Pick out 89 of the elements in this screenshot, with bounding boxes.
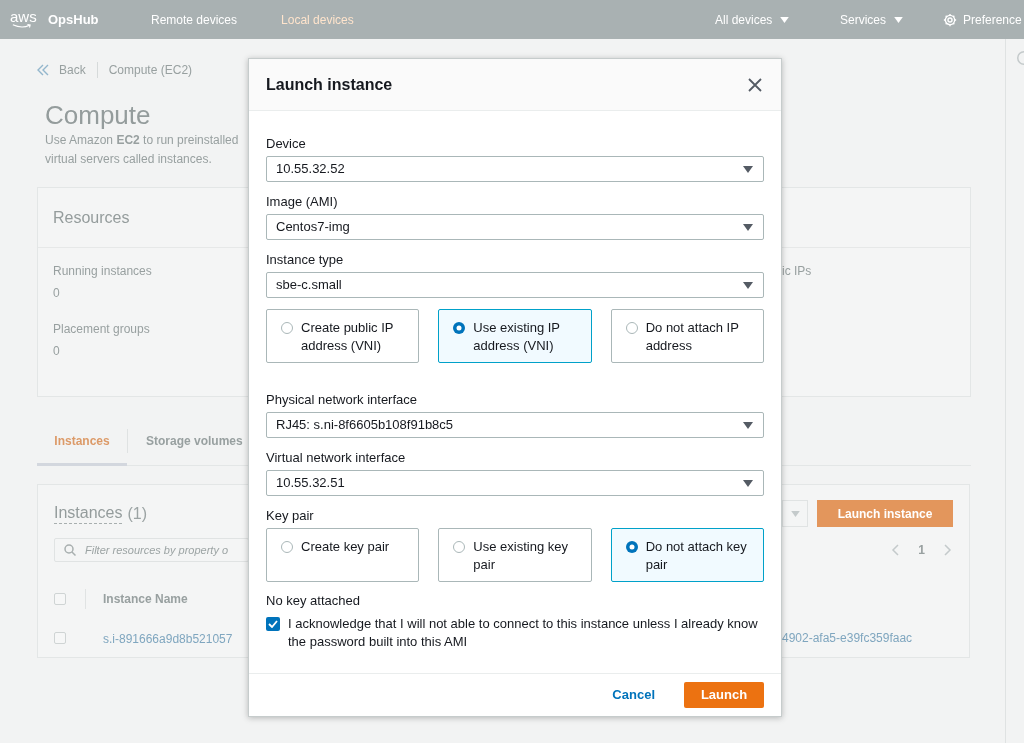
logo-text: aws xyxy=(10,10,37,24)
radio-icon[interactable] xyxy=(625,322,638,334)
note-text: No key attached xyxy=(266,592,360,609)
select-value: sbe-c.small xyxy=(276,276,342,295)
radio-card[interactable]: Use existing key pair xyxy=(438,528,592,582)
launch-instance-button[interactable]: Launch instance xyxy=(817,500,953,527)
select-field[interactable]: 10.55.32.51 xyxy=(266,470,764,496)
chevron-left-icon[interactable] xyxy=(891,544,900,556)
field-label: Instance type xyxy=(266,251,344,268)
radio-label: Do not attach IP address xyxy=(645,319,740,355)
radio-label: Use existing IP address (VNI) xyxy=(473,319,561,355)
card-title: Instances xyxy=(54,503,123,524)
radio-card[interactable]: Use existing IP address (VNI) xyxy=(438,309,592,363)
radio-icon[interactable] xyxy=(281,322,293,334)
caret-down-icon xyxy=(791,510,800,517)
caret-down-icon xyxy=(743,223,753,231)
nav-tab[interactable]: Remote devices xyxy=(151,10,238,29)
select-all-checkbox[interactable] xyxy=(54,593,66,605)
description-line: virtual servers called instances. xyxy=(45,151,212,168)
select-field[interactable]: RJ45: s.ni-8f6605b108f91b8c5 xyxy=(266,412,764,438)
search-placeholder: Filter resources by property o xyxy=(85,542,229,558)
check-icon xyxy=(268,620,278,628)
stat-label: Running instances xyxy=(53,263,152,280)
page-title: Compute xyxy=(45,100,151,130)
select-value: 10.55.32.51 xyxy=(276,474,345,493)
field-label: Device xyxy=(266,135,306,152)
search-field[interactable]: Filter resources by property o xyxy=(54,538,249,562)
instance-link[interactable]: s.i-891666a9d8b521057 xyxy=(103,632,233,646)
chevron-right-icon[interactable] xyxy=(944,544,952,556)
select-value: Centos7-img xyxy=(276,218,350,237)
radio-selected-icon[interactable] xyxy=(625,541,638,553)
caret-down-icon xyxy=(780,16,790,23)
back-link[interactable]: Back xyxy=(59,61,86,79)
radio-selected-icon[interactable] xyxy=(453,322,466,334)
double-chevron-left-icon[interactable] xyxy=(37,64,49,76)
search-icon xyxy=(64,544,76,556)
stat-label: ic IPs xyxy=(782,263,812,280)
radio-label: Create key pair xyxy=(301,538,390,556)
caret-down-icon xyxy=(894,16,903,23)
caret-down-icon xyxy=(743,479,753,487)
caret-down-icon xyxy=(743,165,753,173)
checkbox-checked[interactable] xyxy=(266,617,280,631)
nav-tab[interactable]: Local devices xyxy=(281,10,354,29)
select-value: RJ45: s.ni-8f6605b108f91b8c5 xyxy=(276,416,454,435)
content-tab[interactable]: Instances xyxy=(37,425,127,466)
radio-label: Use existing key pair xyxy=(473,538,569,574)
field-label: Key pair xyxy=(266,507,314,524)
card-title: Resources xyxy=(53,207,130,228)
nav-menu[interactable]: All devices xyxy=(715,10,840,29)
launch-button[interactable]: Launch xyxy=(684,682,764,708)
select-value: 10.55.32.52 xyxy=(276,160,345,179)
stat-value: 0 xyxy=(53,343,60,360)
caret-down-icon xyxy=(743,421,753,429)
radio-label: Create public IP address (VNI) xyxy=(301,319,395,355)
close-button[interactable] xyxy=(748,77,762,92)
select-field[interactable]: sbe-c.small xyxy=(266,272,764,298)
table-cell-text: 4902-afa5-e39fc359faac xyxy=(782,630,913,647)
radio-card[interactable]: Do not attach key pair xyxy=(610,528,764,582)
field-label: Physical network interface xyxy=(266,391,417,408)
radio-label: Do not attach key pair xyxy=(645,538,748,574)
page-number[interactable]: 1 xyxy=(918,541,925,559)
settings-icon xyxy=(943,12,957,27)
acknowledge-text: I acknowledge that I will not able to connect to this instance unless I already know the password built into this AMI xyxy=(288,615,759,651)
breadcrumb-current: Compute (EC2) xyxy=(108,62,193,79)
column-header: Instance Name xyxy=(103,591,188,608)
field-label: Image (AMI) xyxy=(266,193,338,210)
content-tab[interactable]: Storage volumes xyxy=(128,425,261,466)
radio-card[interactable]: Create key pair xyxy=(266,528,420,582)
description-line: Use Amazon EC2 to run preinstalled xyxy=(45,132,239,149)
cancel-button[interactable]: Cancel xyxy=(612,685,655,705)
radio-card[interactable]: Create public IP address (VNI) xyxy=(266,309,420,363)
field-label: Virtual network interface xyxy=(266,449,406,466)
row-checkbox[interactable] xyxy=(54,632,66,644)
select-field[interactable]: Centos7-img xyxy=(266,214,764,240)
nav-menu[interactable]: Services xyxy=(840,10,943,29)
dialog-title: Launch instance xyxy=(266,74,393,95)
instance-count: (1) xyxy=(127,503,148,524)
preferences-button[interactable]: Preference xyxy=(943,10,1024,29)
radio-icon[interactable] xyxy=(281,541,293,553)
dropdown-button[interactable] xyxy=(782,500,808,527)
radio-card[interactable]: Do not attach IP address xyxy=(610,309,764,363)
stat-value: 0 xyxy=(53,285,60,302)
stat-label: Placement groups xyxy=(53,321,150,338)
select-field[interactable]: 10.55.32.52 xyxy=(266,156,764,182)
app-name: OpsHub xyxy=(48,10,100,29)
radio-icon[interactable] xyxy=(453,541,466,553)
close-icon xyxy=(748,77,762,92)
smile-arrow-icon xyxy=(10,24,34,29)
caret-down-icon xyxy=(743,281,753,289)
